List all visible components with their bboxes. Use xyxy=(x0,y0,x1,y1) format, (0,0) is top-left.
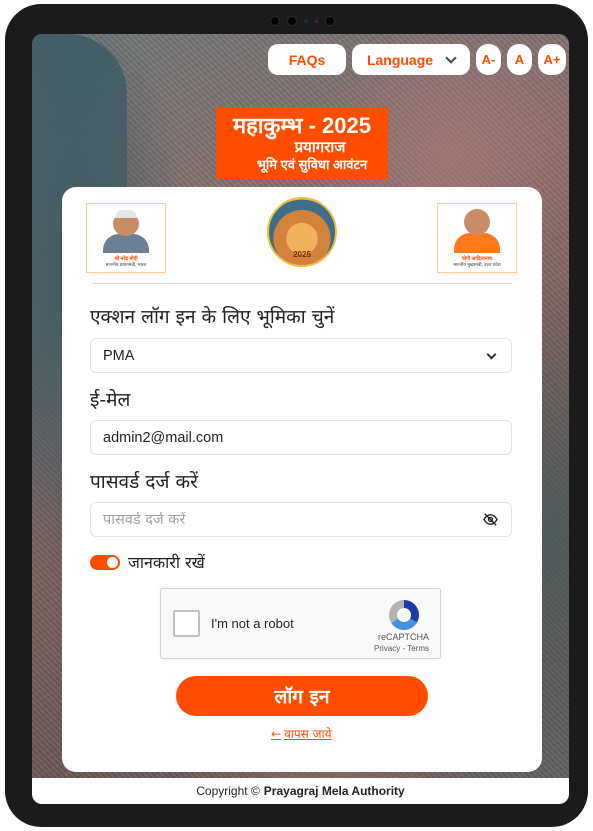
sensor-icon xyxy=(269,16,280,26)
remember-row: जानकारी रखें xyxy=(90,551,205,573)
portrait-body xyxy=(454,233,500,253)
event-banner: महाकुम्भ - 2025 प्रयागराज भूमि एवं सुविध… xyxy=(216,107,388,179)
arrow-left-icon: ← xyxy=(271,726,282,741)
emblem-year: 2025 xyxy=(293,250,311,259)
email-value: admin2@mail.com xyxy=(103,429,224,446)
role-label: एक्शन लॉग इन के लिए भूमिका चुनें xyxy=(90,306,335,328)
kumbh-emblem-logo: 2025 xyxy=(267,197,337,267)
screen: FAQs Language A- A A+ महाकुम्भ - 2025 प्… xyxy=(32,34,569,804)
tablet-frame: FAQs Language A- A A+ महाकुम्भ - 2025 प्… xyxy=(5,4,588,827)
role-value: PMA xyxy=(103,347,135,364)
toggle-knob xyxy=(107,556,118,568)
font-increase-button[interactable]: A+ xyxy=(538,44,566,75)
remember-toggle[interactable] xyxy=(90,554,120,570)
password-label: पासवर्ड दर्ज करें xyxy=(90,471,198,493)
pm-title: माननीय प्रधानमंत्री, भारत xyxy=(105,262,147,267)
indicator-icon xyxy=(314,19,318,23)
font-normal-button[interactable]: A xyxy=(507,44,532,75)
email-label: ई-मेल xyxy=(90,389,131,411)
portrait-body xyxy=(103,234,149,253)
portrait-face xyxy=(464,209,490,235)
copyright-org: Prayagraj Mela Authority xyxy=(263,784,405,798)
chevron-down-icon xyxy=(445,51,457,64)
pm-portrait: श्री नरेंद्र मोदी माननीय प्रधानमंत्री, भ… xyxy=(86,203,166,273)
login-button[interactable]: लॉग इन xyxy=(176,676,428,716)
top-controls: FAQs Language A- A A+ xyxy=(268,44,566,75)
camera-lens-icon xyxy=(303,19,308,23)
banner-title: महाकुम्भ - 2025 xyxy=(233,113,371,138)
email-field[interactable]: admin2@mail.com xyxy=(90,420,512,455)
font-decrease-button[interactable]: A- xyxy=(476,44,501,75)
language-label: Language xyxy=(366,51,434,68)
copyright-prefix: Copyright © xyxy=(196,784,260,798)
sensor-icon xyxy=(286,16,297,26)
language-dropdown[interactable]: Language xyxy=(352,44,470,75)
back-link-label: वापस जाये xyxy=(284,727,332,741)
banner-subtitle: प्रयागराज xyxy=(294,139,346,156)
footer: Copyright © Prayagraj Mela Authority xyxy=(32,778,569,804)
recaptcha-logo-icon xyxy=(389,600,419,630)
password-field-container xyxy=(90,502,512,537)
camera-bar xyxy=(257,14,347,28)
cm-title: माननीय मुख्यमंत्री, उत्तर प्रदेश xyxy=(453,262,501,267)
portrait-hair xyxy=(115,209,137,218)
recaptcha-checkbox[interactable] xyxy=(173,610,200,637)
chevron-down-icon xyxy=(486,349,497,360)
recaptcha-label: I'm not a robot xyxy=(211,616,294,631)
login-card: श्री नरेंद्र मोदी माननीय प्रधानमंत्री, भ… xyxy=(62,187,542,772)
faqs-button[interactable]: FAQs xyxy=(268,44,346,75)
back-link[interactable]: ← वापस जाये xyxy=(271,725,332,742)
remember-label: जानकारी रखें xyxy=(128,553,205,572)
recaptcha-widget: I'm not a robot reCAPTCHA Privacy - Term… xyxy=(160,588,441,659)
cm-portrait: योगी आदित्यनाथ माननीय मुख्यमंत्री, उत्तर… xyxy=(437,203,517,273)
eye-slash-icon[interactable] xyxy=(483,512,498,527)
recaptcha-privacy-terms-link[interactable]: Privacy - Terms xyxy=(374,644,429,653)
header-divider xyxy=(92,283,512,284)
sensor-icon xyxy=(324,16,335,26)
recaptcha-brand: reCAPTCHA xyxy=(377,632,429,642)
password-input[interactable] xyxy=(103,511,453,528)
banner-tagline: भूमि एवं सुविधा आवंटन xyxy=(256,157,368,172)
role-select[interactable]: PMA xyxy=(90,338,512,373)
